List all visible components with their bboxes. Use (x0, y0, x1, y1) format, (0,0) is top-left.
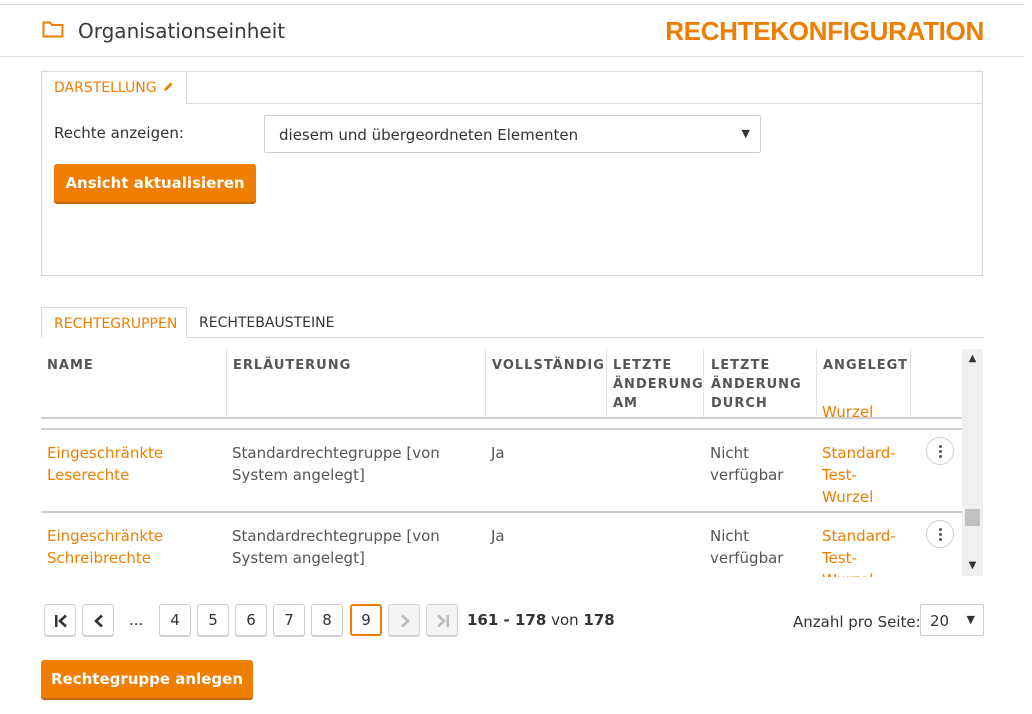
tab-rights-groups[interactable]: RECHTEGRUPPEN (41, 307, 187, 338)
per-page-label: Anzahl pro Seite: (793, 613, 921, 631)
col-separator (910, 349, 911, 417)
last-page-button[interactable] (426, 604, 458, 636)
col-header-changed-by[interactable]: LETZTE ÄNDERUNG DURCH (711, 356, 802, 413)
prev-page-button[interactable] (82, 604, 114, 636)
row-changed-by: Nicht verfügbar (710, 527, 784, 567)
pagination-ellipsis: ... (129, 611, 144, 629)
col-header-explanation[interactable]: ERLÄUTERUNG (233, 356, 351, 375)
row-changed-by: Nicht verfügbar (710, 444, 784, 484)
row-divider (41, 428, 962, 430)
row-complete: Ja (491, 444, 505, 462)
col-header-name[interactable]: NAME (47, 356, 94, 375)
header-bottom-border (41, 419, 962, 427)
create-rights-group-button[interactable]: Rechtegruppe anlegen (41, 660, 253, 698)
page-button-8[interactable]: 8 (311, 604, 343, 636)
pencil-icon (164, 82, 173, 91)
last-page-icon (437, 614, 449, 628)
row-name-link[interactable]: Eingeschränkte Leserechte (47, 442, 163, 486)
row-created-link[interactable]: Standard- Test- Wurzel (822, 525, 896, 577)
page-button-9-current[interactable]: 9 (350, 604, 382, 636)
row-created-link[interactable]: Standard- Test- Wurzel (822, 442, 896, 508)
top-divider (0, 4, 1024, 5)
row-actions-button[interactable] (926, 437, 954, 465)
rights-groups-table: NAME ERLÄUTERUNG VOLLSTÄNDIG LETZTE ÄNDE… (41, 345, 983, 577)
header-divider (0, 56, 1024, 57)
per-page-value: 20 (930, 612, 950, 630)
rights-select[interactable]: diesem und übergeordneten Elementen ▼ (264, 115, 761, 153)
page-heading: RECHTEKONFIGURATION (665, 16, 984, 46)
tab-display-label: DARSTELLUNG (54, 80, 157, 96)
rights-label: Rechte anzeigen: (54, 124, 184, 142)
groups-tabbar: RECHTEGRUPPEN RECHTEBAUSTEINE (41, 307, 983, 338)
display-panel: DARSTELLUNG Rechte anzeigen: diesem und … (41, 71, 983, 276)
row-actions-button[interactable] (926, 520, 954, 548)
col-header-complete[interactable]: VOLLSTÄNDIG (492, 356, 605, 375)
prev-page-icon (94, 614, 103, 628)
tab-rights-blocks[interactable]: RECHTEBAUSTEINE (199, 315, 334, 331)
scroll-down-icon[interactable]: ▼ (962, 556, 983, 576)
per-page-select[interactable]: 20 ▼ (920, 604, 984, 636)
dropdown-arrow-icon: ▼ (966, 613, 975, 626)
dropdown-arrow-icon: ▼ (741, 127, 750, 140)
unit-title: Organisationseinheit (78, 19, 286, 43)
result-range: 161 - 178 von 178 (467, 611, 615, 629)
table-scrollbar[interactable]: ▲ ▼ (962, 349, 983, 576)
first-page-button[interactable] (44, 604, 76, 636)
header-bottom-border (41, 417, 962, 419)
page-button-6[interactable]: 6 (235, 604, 267, 636)
col-separator (816, 349, 817, 417)
page-button-5[interactable]: 5 (197, 604, 229, 636)
rights-select-value: diesem und übergeordneten Elementen (279, 126, 579, 144)
scroll-up-icon[interactable]: ▲ (962, 349, 983, 369)
row-explanation: Standardrechtegruppe [von System angeleg… (232, 527, 440, 567)
tab-rights-groups-label: RECHTEGRUPPEN (54, 316, 178, 332)
row-explanation: Standardrechtegruppe [von System angeleg… (232, 444, 440, 484)
first-page-icon (55, 614, 67, 628)
next-page-button[interactable] (388, 604, 420, 636)
col-header-changed-at[interactable]: LETZTE ÄNDERUNG AM (613, 356, 704, 413)
page-button-4[interactable]: 4 (159, 604, 191, 636)
folder-icon (42, 21, 64, 38)
row-complete: Ja (491, 527, 505, 545)
page-button-7[interactable]: 7 (273, 604, 305, 636)
col-separator (703, 349, 704, 417)
col-separator (226, 349, 227, 417)
col-header-created[interactable]: ANGELEGT (823, 356, 908, 375)
scrollbar-thumb[interactable] (965, 509, 980, 526)
next-page-icon (401, 614, 410, 628)
tab-display[interactable]: DARSTELLUNG (42, 72, 187, 104)
col-separator (606, 349, 607, 417)
refresh-view-button[interactable]: Ansicht aktualisieren (54, 164, 256, 202)
row-divider (41, 511, 962, 513)
row-name-link[interactable]: Eingeschränkte Schreibrechte (47, 525, 163, 569)
col-separator (485, 349, 486, 417)
